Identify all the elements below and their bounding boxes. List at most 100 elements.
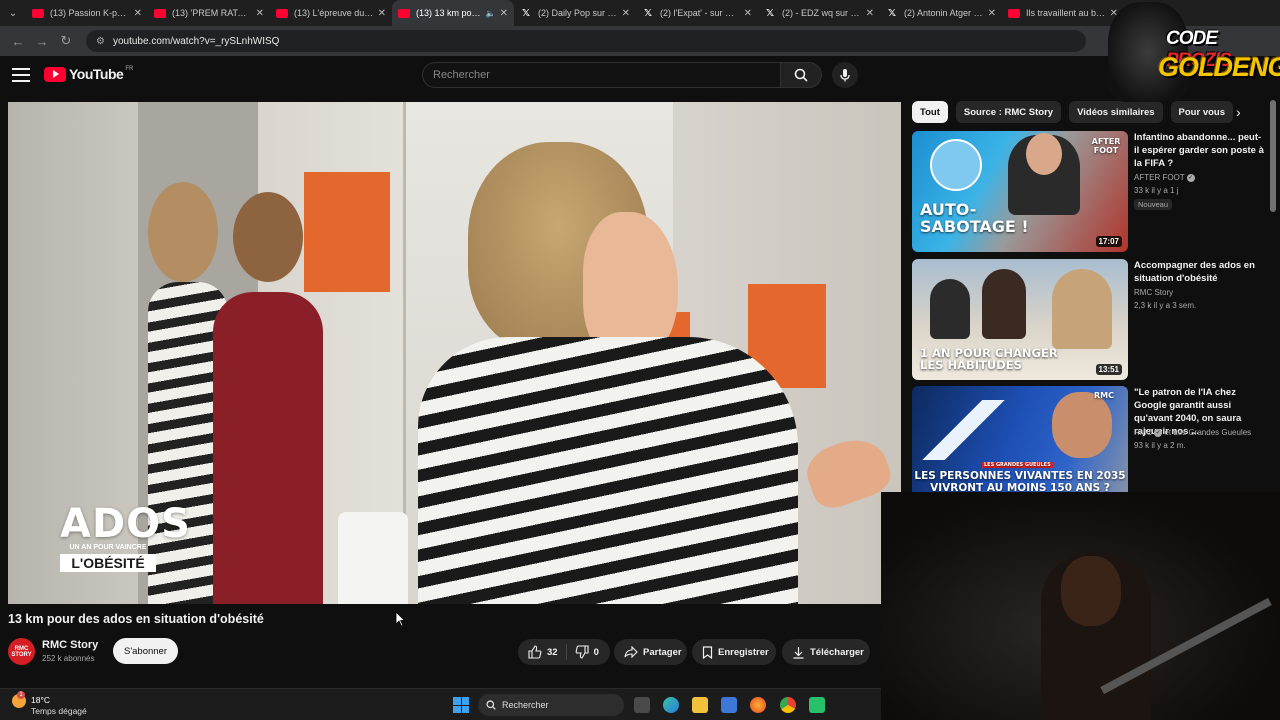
x-icon: 𝕏 [643,7,653,19]
recommendation-channel[interactable]: AFTER FOOT ✓ [1134,173,1195,182]
browser-toolbar: ← → ↻ ⚙ youtube.com/watch?v=_rySLnhWISQ [0,26,1280,56]
close-tab-icon[interactable]: ✕ [744,8,752,19]
bookmark-icon [702,645,713,659]
thumb-text: 1 AN POUR CHANGER LES HABITUDES [920,346,1058,372]
browser-tab[interactable]: 𝕏 (2) - EDZ wq sur X : " ✕ [758,0,880,26]
save-button[interactable]: Enregistrer [692,639,776,665]
browser-tab[interactable]: (13) Passion K-pop | ✕ [26,0,148,26]
thumb-figure [1052,269,1112,349]
microphone-icon [840,69,850,82]
scrollbar[interactable] [1270,100,1276,212]
program-subtitle: UN AN POUR VAINCRE [69,544,147,551]
video-player[interactable]: ADOS UN AN POUR VAINCRE L'OBÉSITÉ [8,102,901,604]
recommendation-channel[interactable]: RMC ✓ et Les Grandes Gueules [1134,428,1251,437]
audio-playing-icon[interactable]: 🔈 [486,9,496,18]
scene-person-left [213,192,323,604]
taskbar-search-placeholder: Rechercher [502,700,549,710]
tab-search-icon[interactable]: ⌄ [0,0,26,26]
emoji-icon [930,139,982,191]
video-actions: 32 0 Partager Enregistrer Télécharger [0,639,881,665]
reload-icon[interactable]: ↻ [54,29,78,53]
chevron-right-icon[interactable]: › [1236,104,1241,120]
youtube-logo[interactable]: YouTube FR [44,66,133,82]
thumbs-up-icon[interactable] [528,645,542,659]
browser-tab[interactable]: 𝕏 (2) Daily Pop sur X : " ✕ [514,0,636,26]
store-icon[interactable] [721,697,737,713]
recommendation-item[interactable]: AFTER FOOT AUTO-SABOTAGE ! 17:07 Infanti… [912,131,1272,253]
program-logo: ADOS UN AN POUR VAINCRE L'OBÉSITÉ [60,504,190,572]
whatsapp-icon[interactable] [809,697,825,713]
dislike-count[interactable]: 0 [594,647,599,658]
thumb-brand: RMC [1094,391,1114,400]
browser-tab[interactable]: (13) 'PREM RATAN DI ✕ [148,0,270,26]
search-button[interactable] [780,62,822,88]
like-dislike-group: 32 0 [518,639,610,665]
address-bar[interactable]: ⚙ youtube.com/watch?v=_rySLnhWISQ [86,30,1086,52]
youtube-wordmark: YouTube [69,66,124,82]
search-icon [794,68,808,82]
divider [565,644,567,660]
chip-source[interactable]: Source : RMC Story [955,101,1062,123]
browser-tab[interactable]: (13) L'épreuve du 100 ✕ [270,0,392,26]
close-tab-icon[interactable]: ✕ [134,8,142,19]
voice-search-button[interactable] [832,62,858,88]
edge-icon[interactable] [663,697,679,713]
close-tab-icon[interactable]: ✕ [256,8,264,19]
recommendation-item[interactable]: 1 AN POUR CHANGER LES HABITUDES 13:51 Ac… [912,259,1272,381]
tab-title: (2) Antonin Atger sur [904,8,984,18]
channel-name: AFTER FOOT [1134,173,1185,182]
taskbar-search[interactable]: Rechercher [478,694,624,716]
tab-title: (2) - EDZ wq sur X : " [782,8,862,18]
thumbs-down-icon[interactable] [575,645,589,659]
menu-icon[interactable] [12,66,30,84]
tab-title: (13) 13 km pour d [416,8,483,18]
recommendation-channel[interactable]: RMC Story [1134,288,1173,297]
forward-icon[interactable]: → [30,29,54,53]
recommendation-title[interactable]: Infantino abandonne... peut-il espérer g… [1134,131,1264,170]
recommendation-item[interactable]: RMC LES GRANDES GUEULES LES PERSONNES VI… [912,386,1272,508]
channel-suffix: et Les Grandes Gueules [1164,428,1252,437]
weather-temperature[interactable]: 18°C [31,695,50,705]
browser-tab[interactable]: (13) 13 km pour d 🔈 ✕ [392,0,514,26]
chip-related[interactable]: Vidéos similaires [1069,101,1163,123]
webcam-overlay [881,492,1280,720]
thumb-x-shape [922,400,1012,460]
close-tab-icon[interactable]: ✕ [866,8,874,19]
video-thumbnail[interactable]: RMC LES GRANDES GUEULES LES PERSONNES VI… [912,386,1128,507]
close-tab-icon[interactable]: ✕ [988,8,996,19]
recommendation-meta: 2,3 k il y a 3 sem. [1134,301,1197,310]
x-icon: 𝕏 [765,7,775,19]
chrome-icon[interactable] [780,697,796,713]
weather-description[interactable]: Temps dégagé [31,706,87,716]
video-thumbnail[interactable]: AFTER FOOT AUTO-SABOTAGE ! 17:07 [912,131,1128,252]
channel-name: RMC [1134,428,1153,437]
thumb-face [1026,133,1062,175]
site-info-icon[interactable]: ⚙ [96,36,105,47]
back-icon[interactable]: ← [6,29,30,53]
download-button[interactable]: Télécharger [782,639,870,665]
firefox-icon[interactable] [750,697,766,713]
youtube-icon [276,8,288,18]
browser-tab[interactable]: 𝕏 (2) l'Expat' - sur X : " ✕ [636,0,758,26]
chip-for-you[interactable]: Pour vous [1170,101,1233,123]
thumb-text: AUTO-SABOTAGE ! [920,200,1029,236]
close-tab-icon[interactable]: ✕ [622,8,630,19]
close-tab-icon[interactable]: ✕ [378,8,386,19]
file-explorer-icon[interactable] [692,697,708,713]
browser-tab[interactable]: Ils travaillent au black ✕ [1002,0,1124,26]
task-view-icon[interactable] [634,697,650,713]
like-count[interactable]: 32 [547,647,558,658]
close-tab-icon[interactable]: ✕ [500,8,508,19]
windows-start-icon[interactable] [453,697,469,713]
share-label: Partager [643,646,682,658]
chip-all[interactable]: Tout [912,101,948,123]
thumb-face [1052,392,1112,458]
browser-tab-strip: ⌄ (13) Passion K-pop | ✕ (13) 'PREM RATAN… [0,0,1280,26]
recommendation-title[interactable]: Accompagner des ados en situation d'obés… [1134,259,1264,285]
tab-title: Ils travaillent au black [1026,8,1106,18]
browser-tab[interactable]: 𝕏 (2) Antonin Atger sur ✕ [880,0,1002,26]
video-thumbnail[interactable]: 1 AN POUR CHANGER LES HABITUDES 13:51 [912,259,1128,380]
share-button[interactable]: Partager [614,639,687,665]
search-input[interactable]: Rechercher [422,62,780,88]
youtube-masthead: YouTube FR Rechercher [0,56,1280,96]
